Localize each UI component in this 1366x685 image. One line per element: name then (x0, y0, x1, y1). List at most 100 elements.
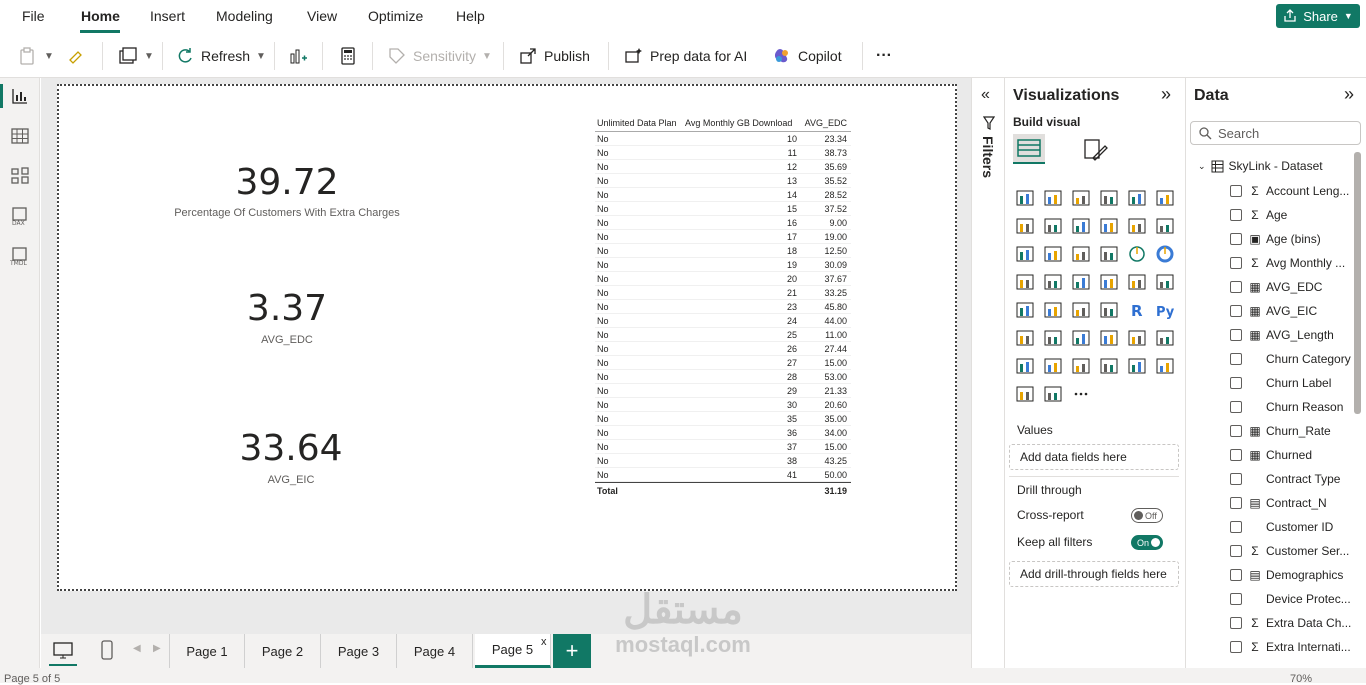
python-icon[interactable]: Py (1155, 300, 1175, 320)
sensitivity-button[interactable]: Sensitivity ▼ (387, 42, 492, 70)
field-checkbox[interactable] (1230, 281, 1242, 293)
table-view-icon[interactable] (10, 126, 30, 146)
line-clustered-icon[interactable] (1155, 216, 1175, 236)
copilot-button[interactable]: Copilot (772, 42, 842, 70)
cross-report-toggle[interactable]: Off (1131, 508, 1163, 523)
publish-button[interactable]: Publish (518, 42, 590, 70)
field-item[interactable]: Σ Avg Monthly ... (1248, 252, 1366, 274)
table-row[interactable]: No 36 34.00 (595, 426, 851, 440)
field-checkbox[interactable] (1230, 233, 1242, 245)
prep-data-ai-button[interactable]: Prep data for AI (624, 42, 747, 70)
table-row[interactable]: No 19 30.09 (595, 258, 851, 272)
collapse-visualizations-icon[interactable]: » (1161, 84, 1171, 105)
field-checkbox[interactable] (1230, 449, 1242, 461)
stacked-bar-icon[interactable] (1015, 188, 1035, 208)
menu-optimize[interactable]: Optimize (368, 8, 423, 24)
kpi-icon[interactable] (1015, 300, 1035, 320)
drill-through-dropzone[interactable]: Add drill-through fields here (1009, 561, 1179, 587)
field-item[interactable]: ▦ AVG_EIC (1248, 300, 1366, 322)
close-tab-icon[interactable]: x (541, 636, 547, 648)
field-checkbox[interactable] (1230, 473, 1242, 485)
field-item[interactable]: Churn Category (1248, 348, 1366, 370)
refresh-button[interactable]: Refresh ▼ (175, 42, 266, 70)
map-icon[interactable] (1043, 272, 1063, 292)
clustered-column-icon[interactable] (1099, 188, 1119, 208)
line-column-icon[interactable] (1127, 216, 1147, 236)
field-item[interactable]: Contract Type (1248, 468, 1366, 490)
paste-button[interactable]: ▼ (18, 42, 54, 70)
power-apps-icon[interactable] (1043, 356, 1063, 376)
field-checkbox[interactable] (1230, 353, 1242, 365)
table-row[interactable]: No 21 33.25 (595, 286, 851, 300)
table-row[interactable]: No 16 9.00 (595, 216, 851, 230)
field-item[interactable]: Σ Account Leng... (1248, 180, 1366, 202)
custom-visual-icon[interactable] (1015, 384, 1035, 404)
column-header-avg-monthly-gb[interactable]: Avg Monthly GB Download (685, 118, 801, 128)
table-row[interactable]: No 25 11.00 (595, 328, 851, 342)
report-view-icon[interactable] (10, 86, 30, 106)
field-item[interactable]: ▣ Age (bins) (1248, 228, 1366, 250)
more-visuals-icon[interactable] (1071, 384, 1091, 404)
format-visual-icon[interactable] (1081, 136, 1109, 164)
field-item[interactable]: Device Protec... (1248, 588, 1366, 610)
100-bar-icon[interactable] (1127, 188, 1147, 208)
field-item[interactable]: Σ Customer Ser... (1248, 540, 1366, 562)
dataset-node[interactable]: ⌄ SkyLink - Dataset (1198, 156, 1323, 176)
copilot-visual-icon[interactable] (1155, 356, 1175, 376)
field-checkbox[interactable] (1230, 521, 1242, 533)
table-row[interactable]: No 20 37.67 (595, 272, 851, 286)
field-checkbox[interactable] (1230, 641, 1242, 653)
menu-modeling[interactable]: Modeling (216, 8, 273, 24)
table-row[interactable]: No 35 35.00 (595, 412, 851, 426)
column-header-avg-edc[interactable]: AVG_EDC (801, 118, 851, 128)
table-row[interactable]: No 26 27.44 (595, 342, 851, 356)
field-checkbox[interactable] (1230, 425, 1242, 437)
filters-pane-collapsed[interactable]: « Filters (971, 78, 1005, 668)
field-item[interactable]: ▦ AVG_EDC (1248, 276, 1366, 298)
table-row[interactable]: No 37 15.00 (595, 440, 851, 454)
desktop-view-icon[interactable] (53, 642, 73, 660)
field-checkbox[interactable] (1230, 185, 1242, 197)
key-influencers-icon[interactable] (1015, 328, 1035, 348)
collapse-data-icon[interactable]: » (1344, 84, 1354, 105)
keep-filters-toggle[interactable]: On (1131, 535, 1163, 550)
add-page-button[interactable]: + (553, 634, 591, 668)
menu-help[interactable]: Help (456, 8, 485, 24)
page-tab-2[interactable]: Page 2 (245, 634, 321, 668)
menu-home[interactable]: Home (81, 8, 120, 24)
table-row[interactable]: No 15 37.52 (595, 202, 851, 216)
scatter-icon[interactable] (1099, 244, 1119, 264)
card-icon[interactable] (1127, 272, 1147, 292)
report-builder-icon[interactable] (1015, 356, 1035, 376)
zoom-level[interactable]: 70% (1290, 673, 1312, 685)
power-automate-icon[interactable] (1071, 356, 1091, 376)
page-tab-4[interactable]: Page 4 (397, 634, 473, 668)
field-checkbox[interactable] (1230, 257, 1242, 269)
field-item[interactable]: Σ Extra Internati... (1248, 636, 1366, 658)
more-options-button[interactable]: ··· (876, 42, 892, 70)
area-icon[interactable] (1043, 216, 1063, 236)
treemap-icon[interactable] (1015, 272, 1035, 292)
field-item[interactable]: Customer ID (1248, 516, 1366, 538)
field-item[interactable]: ▦ AVG_Length (1248, 324, 1366, 346)
report-page[interactable]: 39.72 Percentage Of Customers With Extra… (57, 84, 957, 591)
100-column-icon[interactable] (1155, 188, 1175, 208)
scroll-right-icon[interactable]: ▶ (153, 643, 161, 654)
field-item[interactable]: ▦ Churned (1248, 444, 1366, 466)
card-value-extra-charges[interactable]: 39.72 (137, 162, 437, 203)
field-item[interactable]: Churn Reason (1248, 396, 1366, 418)
field-checkbox[interactable] (1230, 545, 1242, 557)
field-item[interactable]: Churn Label (1248, 372, 1366, 394)
table-row[interactable]: No 10 23.34 (595, 132, 851, 146)
table-row[interactable]: No 13 35.52 (595, 174, 851, 188)
scroll-left-icon[interactable]: ◀ (133, 643, 141, 654)
column-header-unlimited-data-plan[interactable]: Unlimited Data Plan (595, 118, 685, 128)
menu-file[interactable]: File (22, 8, 45, 24)
arrow-visual-icon[interactable] (1043, 384, 1063, 404)
waterfall-icon[interactable] (1043, 244, 1063, 264)
search-input[interactable]: Search (1190, 121, 1361, 145)
data-table-visual[interactable]: Unlimited Data Plan Avg Monthly GB Downl… (595, 114, 851, 498)
field-checkbox[interactable] (1230, 401, 1242, 413)
menu-insert[interactable]: Insert (150, 8, 185, 24)
narrative-icon[interactable] (1099, 328, 1119, 348)
